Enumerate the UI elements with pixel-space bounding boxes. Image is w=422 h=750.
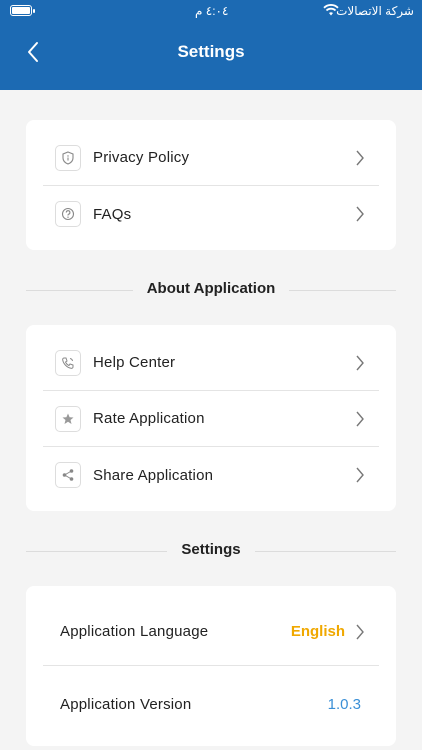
privacy-policy-row[interactable]: Privacy Policy	[43, 130, 379, 186]
application-language-label: Application Language	[60, 623, 209, 640]
rate-application-label: Rate Application	[93, 410, 205, 427]
chevron-right-icon	[355, 354, 365, 372]
settings-section-header: Settings	[26, 541, 396, 561]
page-title: Settings	[177, 42, 245, 61]
privacy-policy-label: Privacy Policy	[93, 149, 190, 166]
chevron-right-icon	[355, 623, 365, 641]
rate-application-row[interactable]: Rate Application	[43, 391, 379, 447]
settings-section-title: Settings	[167, 541, 255, 558]
chevron-right-icon	[355, 149, 365, 167]
application-version-label: Application Version	[60, 695, 192, 713]
language-value: English	[290, 623, 345, 640]
chevron-right-icon	[355, 205, 365, 223]
application-language-row[interactable]: Application Language English	[43, 598, 379, 666]
battery-icon	[10, 5, 35, 16]
status-time: ٤:٠٤ م	[195, 4, 229, 18]
question-icon	[55, 201, 81, 227]
about-section-title: About Application	[132, 280, 290, 297]
app-header: ٤:٠٤ م شركة الاتصالات Settings	[0, 0, 422, 90]
about-card: Help Center Rate Application Share Appli…	[26, 325, 396, 511]
faqs-row[interactable]: FAQs	[43, 186, 379, 242]
about-section-header: About Application	[26, 280, 396, 300]
help-center-label: Help Center	[93, 354, 176, 371]
chevron-right-icon	[355, 410, 365, 428]
chevron-right-icon	[355, 466, 365, 484]
settings-card: Application Language English Application…	[26, 586, 396, 746]
share-application-label: Share Application	[93, 466, 214, 484]
star-icon	[55, 405, 81, 432]
application-version-row: Application Version 1.0.3	[43, 667, 379, 741]
carrier-name: شركة الاتصالات	[336, 4, 414, 18]
faqs-label: FAQs	[93, 205, 132, 223]
shield-info-icon	[55, 144, 81, 171]
share-application-row[interactable]: Share Application	[43, 447, 379, 503]
status-bar: ٤:٠٤ م شركة الاتصالات	[0, 0, 422, 22]
version-value: 1.0.3	[327, 695, 361, 713]
info-card: Privacy Policy FAQs	[26, 120, 396, 250]
help-center-row[interactable]: Help Center	[43, 335, 379, 391]
share-icon	[55, 462, 81, 488]
phone-icon	[55, 349, 81, 376]
